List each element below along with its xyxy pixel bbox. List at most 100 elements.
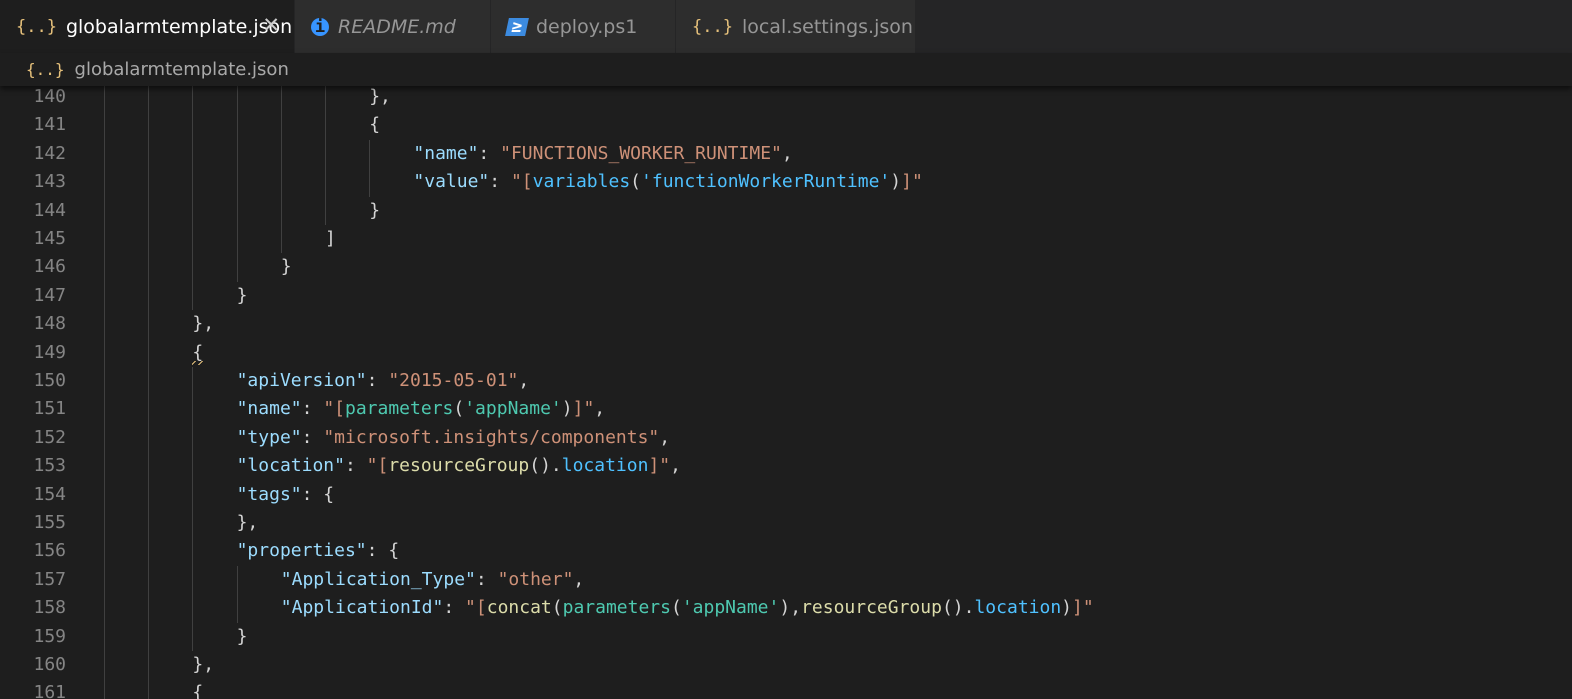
code-token: "apiVersion" [236, 370, 367, 391]
code-token: (). [941, 597, 975, 619]
indent-guide [148, 367, 150, 396]
code-token: ]" [572, 398, 595, 420]
code-line[interactable]: "name": "FUNCTIONS_WORKER_RUNTIME", [413, 140, 792, 168]
code-line[interactable]: "location": "[resourceGroup().location]"… [237, 452, 681, 480]
code-token: : [344, 455, 367, 477]
tab-bar: {..} globalarmtemplate.json ✕ i README.md ≥ de… [0, 0, 1572, 53]
indent-guide [192, 139, 194, 169]
indent-guide [325, 111, 326, 140]
indent-guide [369, 139, 371, 169]
code-line[interactable]: }, [192, 310, 214, 338]
indent-guide [192, 367, 194, 396]
code-line[interactable]: } [281, 253, 292, 281]
indent-guide [148, 679, 150, 699]
code-line[interactable]: } [237, 623, 248, 651]
indent-guide [148, 139, 150, 169]
tab-label: deploy.ps1 [536, 15, 638, 38]
code-line[interactable]: }, [192, 651, 214, 679]
code-token: }, [192, 313, 215, 335]
tab-deploy-ps1[interactable]: ≥ deploy.ps1 [491, 0, 676, 53]
code-token: concat [486, 597, 552, 619]
indent-guide [104, 594, 105, 623]
tab-globalarmtemplate-json[interactable]: {..} globalarmtemplate.json ✕ [0, 0, 295, 53]
code-token: location [561, 455, 649, 477]
json-file-icon: {..} [26, 60, 65, 79]
code-token: "microsoft.insights/components" [323, 426, 660, 448]
code-token: ) [561, 398, 573, 420]
code-token: ]" [901, 171, 923, 193]
indent-guide [148, 111, 150, 140]
indent-guide [104, 281, 105, 311]
line-number: 157 [33, 568, 66, 590]
code-token: "ApplicationId" [280, 597, 444, 619]
indent-guide [104, 111, 105, 140]
code-token: } [280, 256, 292, 278]
close-tab-icon[interactable]: ✕ [262, 13, 280, 37]
code-token: ), [779, 597, 802, 619]
code-line[interactable]: "Application_Type": "other", [281, 566, 584, 594]
code-line[interactable]: { [192, 679, 203, 699]
code-line[interactable]: { [369, 111, 380, 139]
indent-guide [280, 225, 282, 254]
indent-guide [236, 168, 238, 197]
line-number: 150 [33, 370, 66, 391]
code-token: "properties" [236, 540, 367, 562]
indent-guide [104, 679, 105, 699]
tab-readme-md[interactable]: i README.md [295, 0, 491, 53]
code-line[interactable]: }, [369, 86, 391, 111]
tab-label: README.md [338, 15, 456, 38]
line-number: 148 [33, 313, 66, 335]
code-line[interactable]: "apiVersion": "2015-05-01", [237, 367, 530, 395]
code-line[interactable]: "ApplicationId": "[concat(parameters('ap… [281, 594, 1094, 622]
code-token: resourceGroup [388, 455, 530, 477]
code-token: "location" [236, 455, 345, 477]
code-line[interactable]: }, [237, 509, 259, 537]
code-editor[interactable]: 140 141 142 143 144 145 146 147 148 149 150 151 152 1… [0, 86, 1572, 699]
indent-guide [236, 565, 238, 595]
powershell-icon: ≥ [505, 17, 529, 37]
indent-guide [148, 281, 150, 311]
line-number: 155 [33, 512, 66, 533]
indent-guide [192, 196, 194, 225]
code-token: ( [551, 597, 563, 619]
json-icon: {..} [692, 16, 733, 37]
line-number: 153 [33, 455, 66, 477]
code-token: (). [529, 455, 562, 477]
code-line[interactable]: "tags": { [237, 481, 335, 509]
code-line[interactable]: } [369, 197, 380, 225]
tab-local-settings-json[interactable]: {..} local.settings.json [676, 0, 916, 53]
code-line[interactable]: "name": "[parameters('appName')]", [237, 395, 606, 423]
code-token: : [301, 426, 324, 448]
code-line[interactable]: "value": "[variables('functionWorkerRunt… [413, 168, 922, 196]
code-token: , [518, 370, 530, 391]
indent-guide [148, 509, 150, 538]
code-token: "value" [413, 171, 490, 193]
indent-guide [148, 86, 150, 112]
code-line[interactable]: "type": "microsoft.insights/components", [237, 424, 671, 452]
indent-guide [148, 537, 150, 566]
indent-guide [148, 395, 150, 424]
indent-guide [325, 139, 326, 169]
code-token: : [366, 370, 389, 391]
code-line[interactable]: } [237, 282, 248, 310]
code-line[interactable]: ] [325, 225, 336, 253]
breadcrumb[interactable]: {..} globalarmtemplate.json [0, 53, 1572, 86]
code-token: "tags" [236, 483, 302, 505]
code-line[interactable]: { [192, 339, 203, 367]
line-number: 143 [33, 171, 66, 193]
indent-guide [236, 225, 238, 254]
code-token: parameters [562, 597, 671, 619]
indent-guide [104, 310, 105, 339]
code-token: "name" [236, 398, 302, 420]
indent-guide [325, 168, 326, 197]
breadcrumb-file-label[interactable]: globalarmtemplate.json [75, 59, 289, 80]
indent-guide [104, 651, 105, 680]
indent-guide [192, 253, 194, 282]
code-token: "other" [497, 568, 574, 590]
indent-guide [148, 622, 150, 651]
code-token: : { [366, 540, 400, 562]
indent-guide [104, 622, 105, 651]
indent-guide [192, 423, 194, 453]
code-line[interactable]: "properties": { [237, 537, 400, 565]
indent-guide [280, 196, 282, 225]
